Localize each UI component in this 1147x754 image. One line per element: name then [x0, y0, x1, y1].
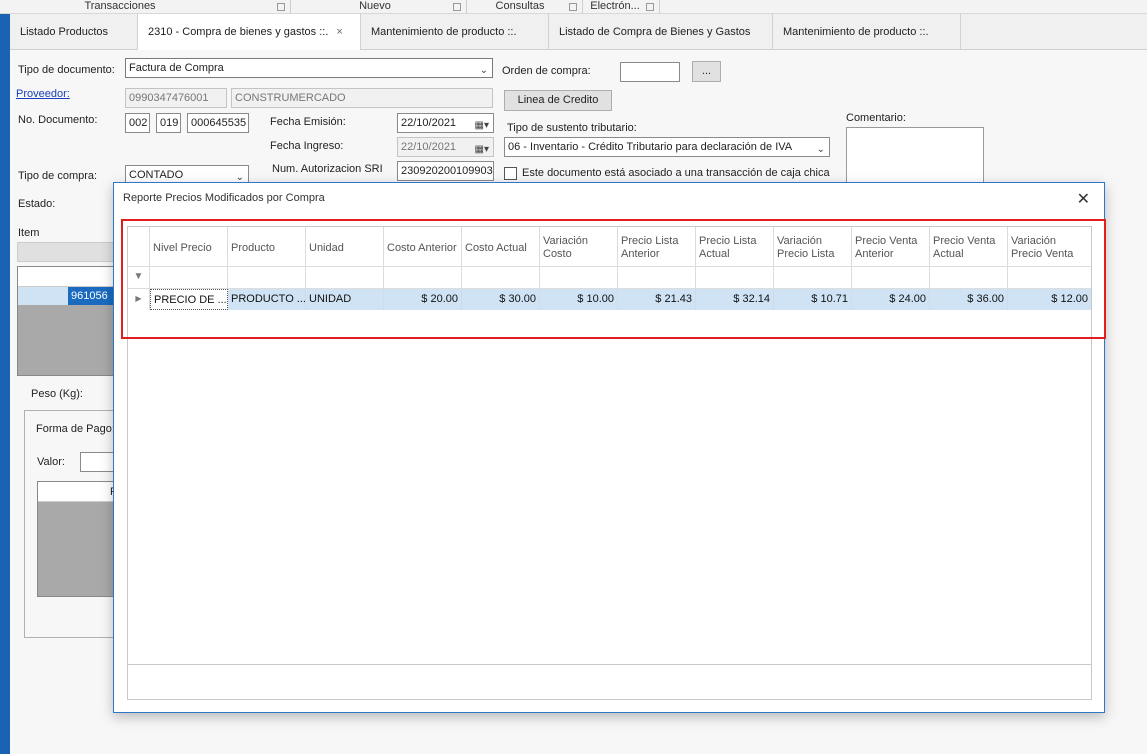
orden-compra-label: Orden de compra: [502, 65, 591, 77]
ribbon-launcher-icon[interactable] [453, 3, 461, 11]
caja-chica-checkbox[interactable] [504, 167, 517, 180]
orden-compra-field[interactable] [620, 62, 680, 82]
forma-pago-label: Forma de Pago: [36, 423, 115, 435]
tab-mantenimiento-producto-2[interactable]: Mantenimiento de producto ::. [773, 14, 961, 50]
proveedor-nombre-field[interactable]: CONSTRUMERCADO [231, 88, 493, 108]
no-documento-label: No. Documento: [18, 114, 98, 126]
calendar-dropdown-icon: ▦▾ [474, 144, 489, 155]
calendar-dropdown-icon[interactable]: ▦▾ [475, 117, 489, 132]
doc-serie1-field[interactable]: 002 [125, 113, 150, 133]
item-grid[interactable]: 961056 [17, 266, 117, 376]
tab-mantenimiento-producto[interactable]: Mantenimiento de producto ::. [361, 14, 549, 50]
tipo-compra-label: Tipo de compra: [18, 170, 98, 182]
tab-label: Mantenimiento de producto ::. [783, 26, 929, 38]
num-autorizacion-field[interactable]: 2309202001099034 [397, 161, 494, 181]
tipo-compra-value: CONTADO [129, 169, 184, 181]
ribbon-group-consultas[interactable]: Consultas [480, 0, 560, 14]
ribbon-group-electron[interactable]: Electrón... [585, 0, 645, 14]
doc-serie2-field[interactable]: 019 [156, 113, 181, 133]
estado-label: Estado: [18, 198, 56, 210]
num-autorizacion-label: Num. Autorizacion SRI [272, 163, 383, 175]
tipo-documento-select[interactable]: Factura de Compra ⌄ [125, 58, 493, 78]
ribbon-bar: Transacciones Nuevo Consultas Electrón..… [0, 0, 1147, 14]
tab-listado-productos[interactable]: Listado Productos [10, 14, 138, 50]
document-tabs: Listado Productos 2310 - Compra de biene… [10, 14, 1147, 51]
tipo-documento-value: Factura de Compra [129, 62, 224, 74]
ribbon-group-transacciones[interactable]: Transacciones [60, 0, 180, 14]
item-grid-row-select[interactable] [18, 287, 68, 305]
tab-compra-bienes-gastos[interactable]: 2310 - Compra de bienes y gastos ::. × [138, 14, 361, 51]
sustento-label: Tipo de sustento tributario: [507, 122, 637, 134]
ribbon-separator [582, 0, 583, 14]
left-side-bar [0, 14, 10, 754]
chevron-down-icon: ⌄ [479, 65, 488, 76]
ribbon-group-nuevo[interactable]: Nuevo [330, 0, 420, 14]
item-code-cell[interactable]: 961056 [68, 287, 116, 305]
doc-numero-field[interactable]: 000645535 [187, 113, 249, 133]
grid-footer-divider [128, 664, 1091, 665]
forma-pago-panel: Forma de Pago: Valor: F [24, 410, 124, 638]
fecha-emision-value: 22/10/2021 [401, 117, 457, 129]
ribbon-launcher-icon[interactable] [277, 3, 285, 11]
tab-listado-compra[interactable]: Listado de Compra de Bienes y Gastos [549, 14, 773, 50]
valor-label: Valor: [37, 456, 65, 468]
sustento-select[interactable]: 06 - Inventario - Crédito Tributario par… [504, 137, 830, 157]
fecha-ingreso-field[interactable]: 22/10/2021 ▦▾ [397, 137, 494, 157]
fecha-emision-field[interactable]: 22/10/2021 ▦▾ [397, 113, 494, 133]
close-icon[interactable]: ✕ [1077, 189, 1090, 209]
peso-label: Peso (Kg): [31, 388, 83, 400]
pago-grid-header: F [38, 482, 122, 502]
fecha-ingreso-label: Fecha Ingreso: [270, 140, 344, 152]
pago-grid[interactable]: F [37, 481, 123, 597]
ribbon-launcher-icon[interactable] [646, 3, 654, 11]
caja-chica-label: Este documento está asociado a una trans… [522, 167, 830, 179]
linea-credito-button[interactable]: Linea de Credito [504, 90, 612, 111]
dialog-title: Reporte Precios Modificados por Compra [123, 192, 325, 204]
tab-label: Listado de Compra de Bienes y Gastos [559, 26, 751, 38]
proveedor-ruc-field[interactable]: 0990347476001 [125, 88, 227, 108]
tipo-documento-label: Tipo de documento: [18, 64, 115, 76]
close-icon[interactable]: × [336, 26, 342, 38]
tab-label: 2310 - Compra de bienes y gastos ::. [148, 26, 329, 38]
chevron-down-icon: ⌄ [816, 144, 825, 155]
ribbon-separator [290, 0, 291, 14]
comentario-label: Comentario: [846, 112, 906, 124]
tab-label: Mantenimiento de producto ::. [371, 26, 517, 38]
ribbon-launcher-icon[interactable] [569, 3, 577, 11]
proveedor-link[interactable]: Proveedor: [16, 88, 70, 100]
item-label: Item [18, 227, 40, 239]
orden-compra-search-button[interactable]: ... [692, 61, 721, 82]
comentario-textarea[interactable] [846, 127, 984, 187]
item-toolbar [17, 242, 117, 262]
ribbon-separator [466, 0, 467, 14]
fecha-ingreso-value: 22/10/2021 [401, 141, 457, 153]
ribbon-separator [659, 0, 660, 14]
highlight-annotation [121, 219, 1106, 339]
sustento-value: 06 - Inventario - Crédito Tributario par… [508, 141, 793, 153]
item-grid-header [18, 267, 116, 287]
fecha-emision-label: Fecha Emisión: [270, 116, 346, 128]
tab-label: Listado Productos [20, 26, 109, 38]
